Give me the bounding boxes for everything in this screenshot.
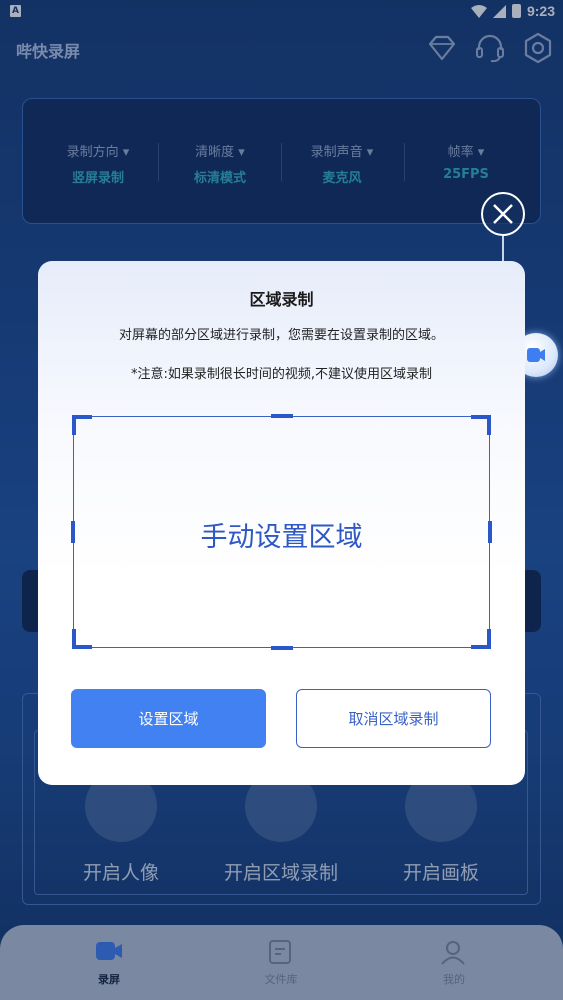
area-label: 手动设置区域 <box>200 522 363 553</box>
set-area-button[interactable]: 设置区域 <box>71 689 266 748</box>
close-connector <box>502 236 504 262</box>
dialog-note: *注意:如果录制很长时间的视频,不建议使用区域录制 <box>130 367 432 382</box>
corner-handle[interactable] <box>471 415 491 435</box>
edge-handle-top[interactable] <box>271 414 293 418</box>
close-dialog-button[interactable] <box>481 192 525 236</box>
edge-handle-bottom[interactable] <box>271 646 293 650</box>
cancel-area-record-button[interactable]: 取消区域录制 <box>296 689 491 748</box>
area-record-dialog: 区域录制 对屏幕的部分区域进行录制，您需要在设置录制的区域。 *注意:如果录制很… <box>38 261 525 785</box>
corner-handle[interactable] <box>72 415 92 435</box>
corner-handle[interactable] <box>471 629 491 649</box>
dialog-description: 对屏幕的部分区域进行录制，您需要在设置录制的区域。 <box>118 328 444 343</box>
corner-handle[interactable] <box>72 629 92 649</box>
close-icon <box>493 204 513 224</box>
manual-area-selector[interactable]: 手动设置区域 <box>71 414 492 650</box>
dialog-title: 区域录制 <box>249 290 314 309</box>
